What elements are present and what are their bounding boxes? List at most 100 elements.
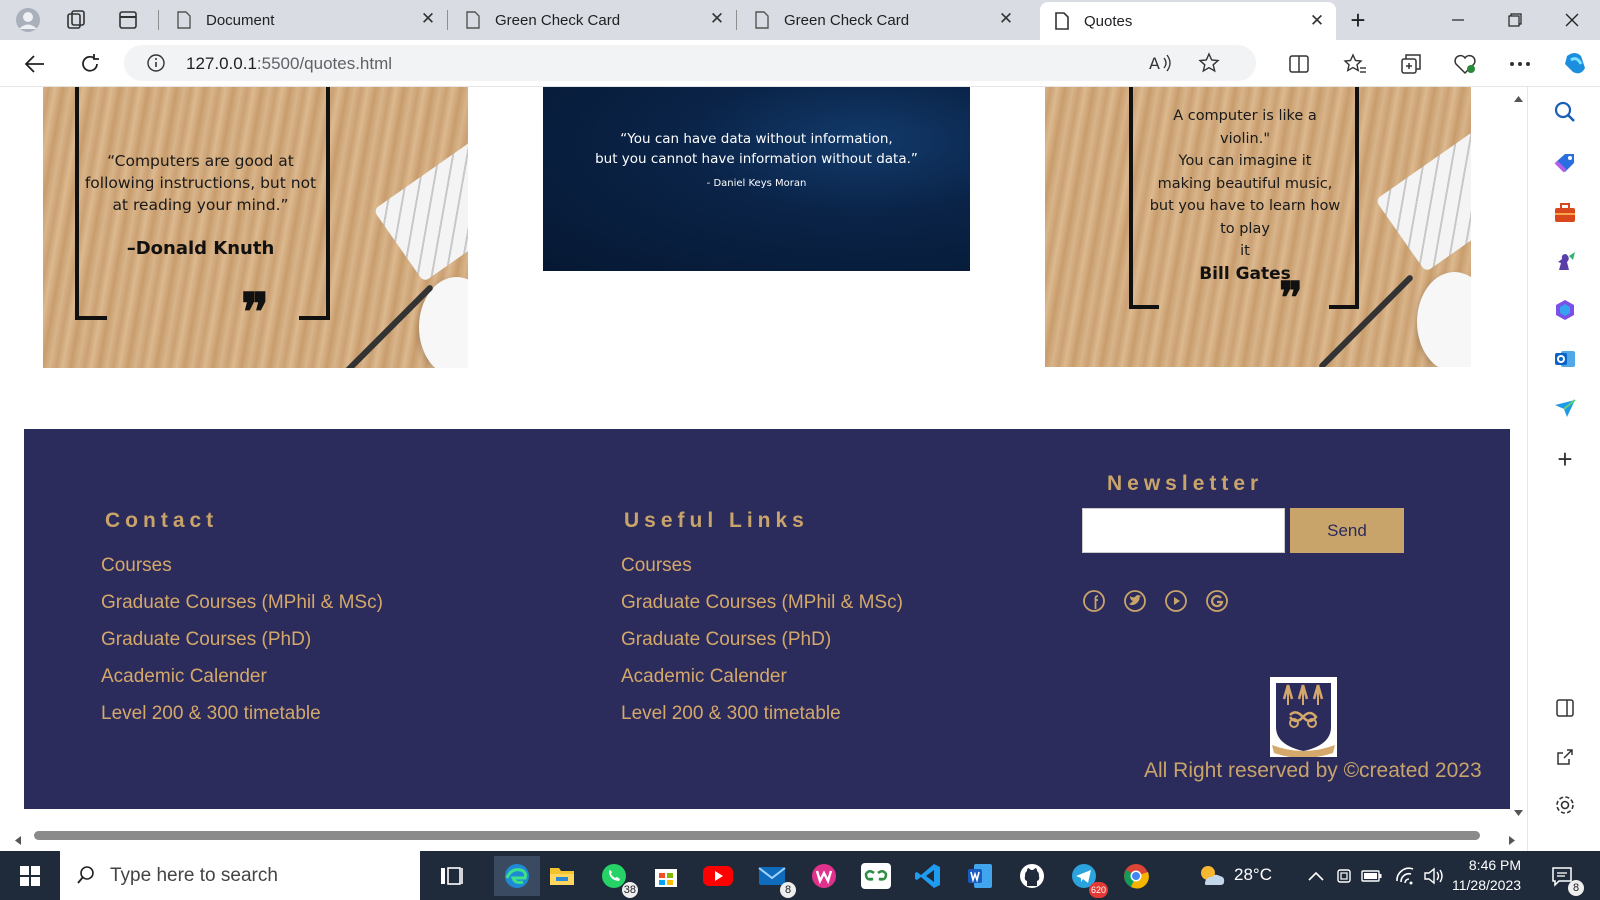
mail-icon[interactable]: 8 [756,860,796,898]
settings-gear-icon[interactable] [1552,792,1578,818]
hide-sidebar-icon[interactable] [1552,695,1578,721]
tab-title: Green Check Card [784,11,910,29]
minimize-button[interactable] [1430,0,1486,40]
keyboard-image [373,123,468,283]
refresh-button[interactable] [75,49,105,79]
close-icon[interactable]: ✕ [419,10,437,28]
send-button[interactable]: Send [1290,508,1404,553]
keyboard-image [1375,113,1471,273]
useful-links: Courses Graduate Courses (MPhil & MSc) G… [621,555,903,740]
task-view-icon[interactable] [436,860,468,892]
taskbar-search-box[interactable]: Type here to search [60,851,420,900]
notification-badge: 38 [621,882,638,898]
outlook-icon[interactable] [1552,346,1578,372]
url-field[interactable]: 127.0.0.1:5500/quotes.html A [124,45,1256,81]
wps-office-icon[interactable] [808,860,840,892]
notification-center-icon[interactable]: 8 [1546,860,1584,896]
footer-link[interactable]: Graduate Courses (MPhil & MSc) [621,592,903,629]
github-icon[interactable] [1016,860,1048,892]
read-aloud-icon[interactable]: A [1149,52,1173,79]
newsletter-email-input[interactable] [1082,508,1285,553]
send-drop-icon[interactable] [1552,395,1578,421]
quote-card-moran: ❝ “You can have data without information… [543,87,970,271]
footer-link[interactable]: Academic Calender [101,666,383,703]
quote-author: Bill Gates [1199,264,1291,284]
horizontal-scroll-thumb[interactable] [34,831,1480,840]
scroll-up-icon [1514,96,1523,102]
quote-author: –Donald Knuth [126,238,275,259]
google-icon[interactable] [1205,589,1229,613]
geeksforgeeks-icon[interactable] [860,860,892,892]
shopping-tag-icon[interactable] [1552,150,1578,176]
start-button[interactable] [0,851,60,900]
footer-link[interactable]: Courses [621,555,903,592]
battery-icon[interactable] [1356,860,1388,892]
youtube-taskbar-icon[interactable] [702,860,734,892]
svg-text:A: A [1149,54,1160,73]
back-button[interactable] [20,49,50,79]
copilot-icon[interactable] [1560,49,1590,79]
favorite-star-icon[interactable] [1198,52,1220,79]
refresh-icon [82,54,99,72]
vscode-icon[interactable] [912,860,944,892]
university-crest-logo [1270,677,1337,758]
taskbar-clock[interactable]: 8:46 PM 11/28/2023 [1452,855,1521,895]
whatsapp-icon[interactable]: 38 [598,860,638,898]
vertical-scrollbar[interactable] [1510,87,1527,827]
tab-green-check-card-1[interactable]: Green Check Card ✕ [451,0,736,40]
favorites-icon[interactable] [1340,49,1370,79]
browser-essentials-icon[interactable] [1450,49,1480,79]
footer-link[interactable]: Graduate Courses (PhD) [621,629,903,666]
tab-bar: Document ✕ Green Check Card ✕ Green Chec… [0,0,1600,40]
quote-author: - Daniel Keys Moran [706,178,807,189]
footer-link[interactable]: Courses [101,555,383,592]
restore-button[interactable] [1487,0,1543,40]
collections-icon[interactable] [1396,49,1426,79]
games-chess-icon[interactable] [1552,249,1578,275]
clock-time: 8:46 PM [1468,857,1522,873]
word-icon[interactable] [964,860,996,892]
copyright-text: All Right reserved by ©created 2023 [1144,759,1482,782]
twitter-icon[interactable] [1123,589,1147,613]
close-icon[interactable]: ✕ [1308,12,1326,30]
edge-taskbar-icon[interactable] [494,856,540,896]
quote-text: A computer is like a violin." You can im… [1149,108,1341,259]
microsoft-365-icon[interactable] [1552,297,1578,323]
quote-mark-icon: ❝ [727,87,757,120]
telegram-icon[interactable]: 620 [1068,860,1108,898]
file-explorer-icon[interactable] [546,860,578,892]
footer-link[interactable]: Graduate Courses (MPhil & MSc) [101,592,383,629]
tab-document[interactable]: Document ✕ [162,0,447,40]
youtube-icon[interactable] [1164,589,1188,613]
add-sidebar-app-icon[interactable]: + [1552,444,1578,474]
footer-link[interactable]: Level 200 & 300 timetable [101,703,383,740]
close-icon[interactable]: ✕ [708,10,726,28]
tab-quotes[interactable]: Quotes ✕ [1040,2,1336,40]
weather-icon[interactable] [1196,860,1228,892]
tab-actions-icon[interactable] [114,6,142,34]
page-icon [755,11,769,29]
footer-link[interactable]: Level 200 & 300 timetable [621,703,903,740]
close-icon[interactable]: ✕ [997,10,1015,28]
split-screen-icon[interactable] [1284,49,1314,79]
chrome-icon[interactable] [1120,860,1152,892]
open-external-icon[interactable] [1552,744,1578,770]
close-window-button[interactable] [1544,0,1600,40]
tab-green-check-card-2[interactable]: Green Check Card ✕ [740,0,1025,40]
workspaces-icon[interactable] [62,6,90,34]
search-icon[interactable] [1552,99,1578,125]
profile-icon[interactable] [14,6,42,34]
facebook-icon[interactable] [1082,589,1106,613]
temperature-text[interactable]: 28°C [1234,865,1272,885]
volume-icon[interactable] [1418,860,1450,892]
newsletter-heading: Newsletter [1107,472,1264,495]
more-menu-icon[interactable] [1505,49,1535,79]
tools-briefcase-icon[interactable] [1552,200,1578,226]
info-icon[interactable] [146,53,166,78]
footer-link[interactable]: Academic Calender [621,666,903,703]
footer-link[interactable]: Graduate Courses (PhD) [101,629,383,666]
quote-card-knuth: “Computers are good at following instruc… [43,87,468,368]
page-icon [177,11,191,29]
new-tab-button[interactable]: + [1330,0,1386,40]
microsoft-store-icon[interactable] [650,860,682,892]
